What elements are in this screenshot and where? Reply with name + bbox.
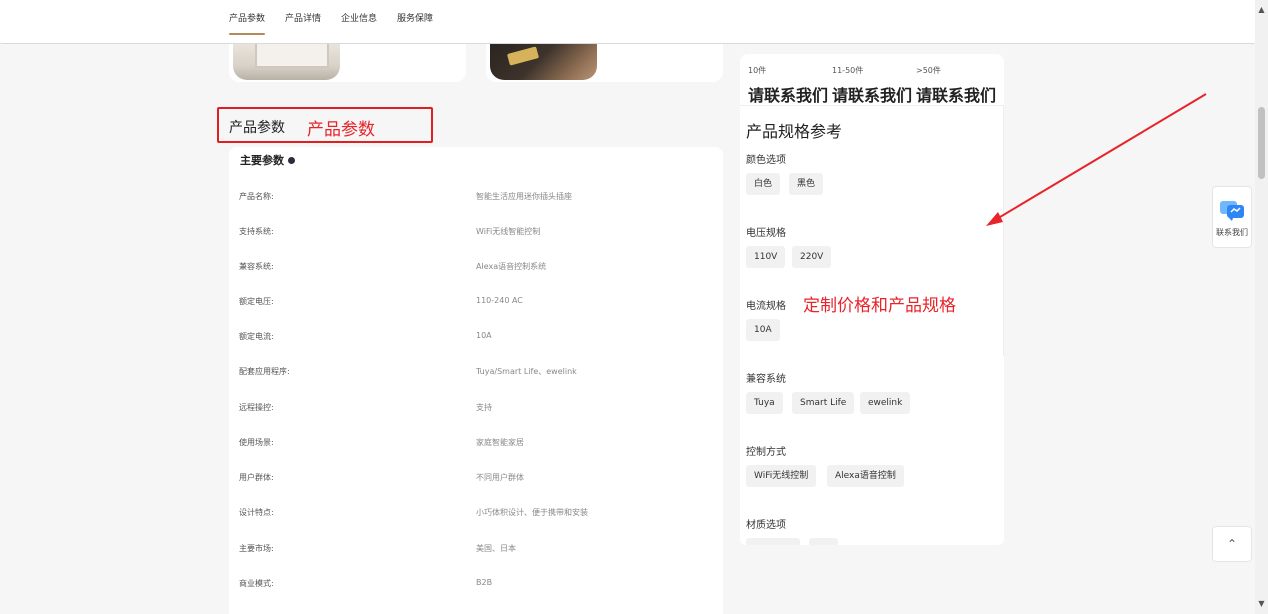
spec-group-label: 控制方式 [746, 447, 786, 458]
param-label: 使用场景: [239, 438, 274, 447]
param-row: 商业模式: B2B [239, 578, 709, 598]
param-row: 使用场景: 家庭智能家居 [239, 437, 709, 457]
param-label: 产品名称: [239, 192, 274, 201]
param-value: 美国、日本 [476, 544, 516, 553]
product-tab-bar: 产品参数 产品详情 企业信息 服务保障 [0, 0, 1255, 44]
param-value: 支持 [476, 403, 492, 412]
param-row: 远程操控: 支持 [239, 402, 709, 422]
params-card: 主要参数 产品名称: 智能生活应用迷你插头插座 支持系统: WiFi无线智能控制 兼… [229, 147, 723, 614]
tier-quantity: 11-50件 [832, 66, 864, 75]
tier-price: 请联系我们 [748, 86, 829, 105]
param-row: 兼容系统: Alexa语音控制系统 [239, 261, 709, 281]
spec-option-chip[interactable]: 10A [746, 319, 780, 341]
scroll-up-arrow-icon[interactable]: ▲ [1255, 4, 1268, 16]
spec-group-label: 颜色选项 [746, 155, 786, 166]
spec-option-chip[interactable]: 110V [746, 246, 786, 268]
param-value: Tuya/Smart Life、ewelink [476, 367, 577, 376]
param-label: 主要市场: [239, 544, 274, 553]
spec-option-chip[interactable]: 白色 [746, 173, 781, 195]
param-row: 用户群体: 不同用户群体 [239, 472, 709, 492]
tab-list: 产品参数 产品详情 企业信息 服务保障 [229, 0, 433, 44]
param-value: 110-240 AC [476, 296, 523, 305]
tab-company-info[interactable]: 企业信息 [341, 0, 377, 44]
price-tiers-card: 10件 11-50件 >50件 请联系我们 请联系我们 请联系我们 [740, 54, 1004, 106]
param-value: 智能生活应用迷你插头插座 [476, 192, 572, 201]
param-row: 配套应用程序: Tuya/Smart Life、ewelink [239, 366, 709, 386]
param-value: 家庭智能家居 [476, 438, 524, 447]
spec-group-label: 材质选项 [746, 520, 786, 531]
param-label: 配套应用程序: [239, 367, 290, 376]
param-value: 小巧体积设计、便于携带和安装 [476, 508, 588, 517]
param-value: WiFi无线智能控制 [476, 227, 541, 236]
param-value: 不同用户群体 [476, 473, 524, 482]
params-heading: 主要参数 [240, 152, 295, 168]
param-label: 商业模式: [239, 579, 274, 588]
tab-product-params[interactable]: 产品参数 [229, 0, 266, 44]
page-scrollbar[interactable]: ▲ ▼ [1255, 0, 1268, 614]
spec-option-chip[interactable]: Tuya [746, 392, 783, 414]
param-value: B2B [476, 578, 493, 587]
param-row: 设计特点: 小巧体积设计、便于携带和安装 [239, 507, 709, 527]
param-label: 设计特点: [239, 508, 274, 517]
spec-option-chip[interactable]: Alexa语音控制 [827, 465, 904, 487]
spec-group-label: 电流规格 [746, 301, 786, 312]
param-label: 支持系统: [239, 227, 274, 236]
divider [1003, 106, 1004, 356]
param-row: 额定电流: 10A [239, 331, 709, 351]
param-label: 用户群体: [239, 473, 274, 482]
spec-option-chip[interactable]: WiFi无线控制 [746, 465, 817, 487]
product-image[interactable] [490, 44, 597, 80]
param-row: 支持系统: WiFi无线智能控制 [239, 226, 709, 246]
annotation-text: 定制价格和产品规格 [803, 296, 956, 316]
contact-us-widget[interactable]: 联系我们 [1212, 186, 1252, 248]
param-row: 产品名称: 智能生活应用迷你插头插座 [239, 191, 709, 211]
spec-option-chip[interactable] [809, 538, 838, 545]
param-label: 远程操控: [239, 403, 274, 412]
spec-option-chip[interactable]: 220V [792, 246, 832, 268]
param-value: Alexa语音控制系统 [476, 262, 547, 271]
spec-option-chip[interactable]: ewelink [860, 392, 911, 414]
chevron-up-icon: ⌃ [1226, 537, 1238, 551]
dot-icon [288, 156, 295, 164]
scrollbar-thumb[interactable] [1258, 107, 1265, 179]
param-label: 额定电压: [239, 297, 274, 306]
tab-service-guarantee[interactable]: 服务保障 [397, 0, 433, 44]
param-label: 额定电流: [239, 332, 274, 341]
contact-us-label: 联系我们 [1216, 228, 1248, 237]
param-label: 兼容系统: [239, 262, 274, 271]
tier-quantity: 10件 [748, 66, 767, 75]
param-row: 主要市场: 美国、日本 [239, 543, 709, 563]
params-heading-label: 主要参数 [240, 154, 284, 167]
annotation-text: 产品参数 [307, 120, 375, 140]
product-image[interactable] [233, 44, 340, 80]
param-value: 10A [476, 331, 492, 340]
chat-bubble-icon [1219, 199, 1245, 221]
spec-group-label: 兼容系统 [746, 374, 786, 385]
spec-option-chip[interactable]: Smart Life [792, 392, 855, 414]
param-row: 额定电压: 110-240 AC [239, 296, 709, 316]
scroll-down-arrow-icon[interactable]: ▼ [1255, 598, 1268, 610]
tier-price: 请联系我们 [916, 86, 997, 105]
spec-group-label: 电压规格 [746, 228, 786, 239]
spec-title: 产品规格参考 [746, 122, 843, 141]
tier-quantity: >50件 [916, 66, 941, 75]
back-to-top-button[interactable]: ⌃ [1212, 526, 1252, 562]
spec-option-chip[interactable] [746, 538, 800, 545]
tab-product-details[interactable]: 产品详情 [285, 0, 321, 44]
spec-option-chip[interactable]: 黑色 [789, 173, 824, 195]
tier-price: 请联系我们 [832, 86, 913, 105]
